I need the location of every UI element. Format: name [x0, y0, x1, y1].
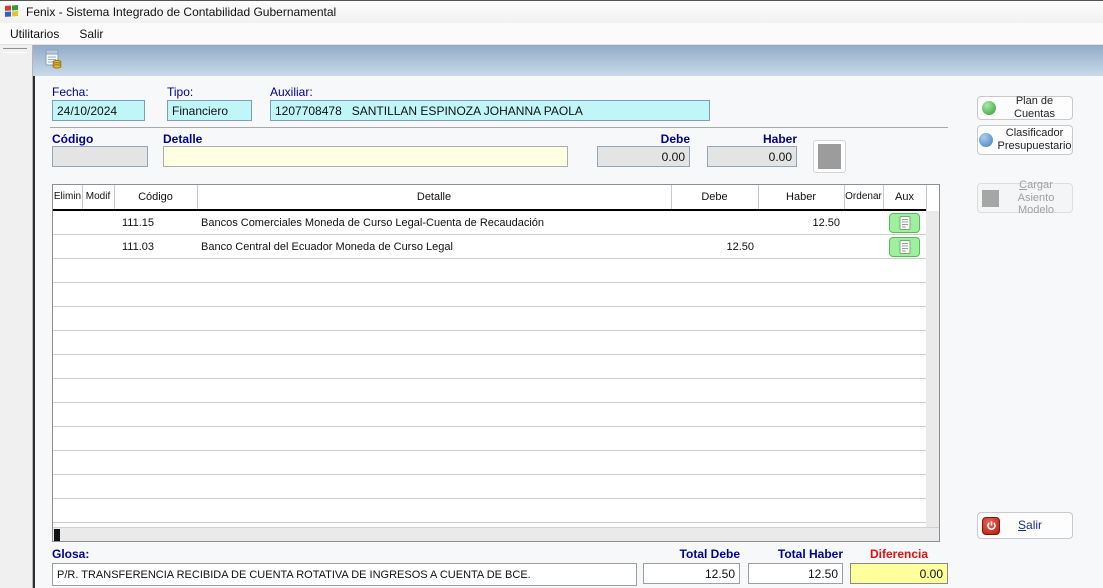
cargar-asiento-label: Cargar Asiento Modelo [1004, 179, 1068, 217]
detalle-entry-input[interactable] [163, 146, 568, 167]
grid-header-detalle: Detalle [197, 185, 671, 209]
plan-de-cuentas-button[interactable]: Plan de Cuentas [977, 96, 1073, 120]
toolbar [33, 45, 1103, 76]
tipo-input[interactable] [167, 100, 252, 121]
debe-entry-input[interactable] [597, 146, 690, 167]
scrollbar-thumb[interactable] [54, 529, 60, 541]
aux-entry-button[interactable] [813, 140, 846, 173]
auxiliar-label: Auxiliar: [270, 85, 313, 99]
gray-square-icon [982, 190, 999, 207]
grid-header-haber: Haber [758, 185, 844, 209]
total-debe-field[interactable] [643, 563, 740, 584]
menu-salir[interactable]: Salir [69, 24, 113, 44]
row-codigo: 111.03 [122, 235, 194, 259]
vertical-scrollbar[interactable] [926, 211, 939, 527]
horizontal-scrollbar[interactable] [53, 527, 939, 541]
menu-utilitarios[interactable]: Utilitarios [0, 24, 69, 44]
haber-entry-label: Haber [707, 132, 797, 146]
salir-button[interactable]: Salir [977, 512, 1073, 539]
row-aux-button[interactable] [889, 213, 920, 233]
gray-square-icon [818, 144, 841, 169]
grid-row[interactable]: 111.03 Banco Central del Ecuador Moneda … [53, 235, 926, 259]
grid-header-elimin: Elimin [53, 185, 82, 209]
total-debe-label: Total Debe [643, 547, 740, 561]
blue-sphere-icon [979, 133, 993, 147]
glosa-input[interactable] [52, 563, 637, 586]
detalle-entry-label: Detalle [163, 132, 202, 146]
grid-header-aux: Aux [883, 185, 926, 209]
glosa-label: Glosa: [52, 547, 89, 561]
row-debe [671, 211, 754, 235]
clasificador-presupuestario-button[interactable]: Clasificador Presupuestario [977, 125, 1073, 155]
total-haber-field[interactable] [748, 563, 843, 584]
cargar-asiento-modelo-button[interactable]: Cargar Asiento Modelo [977, 183, 1073, 213]
plan-de-cuentas-label: Plan de Cuentas [1001, 95, 1068, 120]
row-detalle: Bancos Comerciales Moneda de Curso Legal… [201, 211, 667, 235]
grid-header-codigo: Código [114, 185, 197, 209]
fecha-input[interactable] [52, 100, 145, 121]
row-haber: 12.50 [758, 211, 840, 235]
diferencia-field[interactable] [850, 563, 948, 584]
new-entry-button[interactable] [41, 48, 65, 72]
grid-header-modif: Modif [82, 185, 114, 209]
grid-row[interactable]: 111.15 Bancos Comerciales Moneda de Curs… [53, 211, 926, 235]
codigo-entry-input[interactable] [52, 146, 148, 167]
tipo-label: Tipo: [167, 85, 193, 99]
codigo-entry-label: Código [52, 132, 93, 146]
app-window: Fenix - Sistema Integrado de Contabilida… [0, 0, 1103, 588]
green-sphere-icon [982, 101, 996, 115]
clasificador-label: Clasificador Presupuestario [998, 127, 1072, 152]
entries-grid: Elimin Modif Código Detalle Debe Haber O… [52, 184, 940, 542]
diferencia-label: Diferencia [850, 547, 948, 561]
window-title: Fenix - Sistema Integrado de Contabilida… [26, 5, 336, 19]
auxiliar-input[interactable] [270, 100, 710, 121]
row-debe: 12.50 [671, 235, 754, 259]
row-codigo: 111.15 [122, 211, 194, 235]
row-detalle: Banco Central del Ecuador Moneda de Curs… [201, 235, 667, 259]
debe-entry-label: Debe [597, 132, 690, 146]
menubar: Utilitarios Salir [0, 23, 1103, 45]
power-icon [982, 517, 1000, 535]
grid-header-debe: Debe [671, 185, 758, 209]
row-aux-button[interactable] [889, 237, 920, 257]
document-icon [899, 216, 911, 230]
splitter-grip-icon[interactable] [3, 48, 27, 53]
fecha-label: Fecha: [52, 85, 89, 99]
row-haber [758, 235, 840, 259]
document-icon [899, 240, 911, 254]
salir-label: Salir [1018, 519, 1042, 533]
separator-line [50, 127, 948, 128]
document-with-coins-icon [42, 48, 64, 70]
haber-entry-input[interactable] [707, 146, 797, 167]
total-haber-label: Total Haber [748, 547, 843, 561]
app-icon [4, 4, 20, 20]
titlebar: Fenix - Sistema Integrado de Contabilida… [0, 1, 1103, 23]
grid-header-ordenar: Ordenar [844, 185, 883, 209]
left-sidebar [0, 45, 33, 588]
